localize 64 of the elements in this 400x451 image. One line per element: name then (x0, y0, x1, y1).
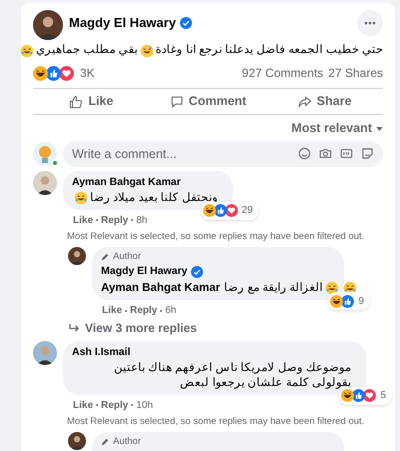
sort-dropdown[interactable]: Most relevant (291, 119, 383, 138)
comment-input[interactable]: Write a comment... (63, 141, 383, 167)
like-link[interactable]: Like (73, 212, 94, 228)
author-name[interactable]: Magdy El Hawary (69, 13, 176, 32)
thumbs-up-icon (46, 66, 61, 81)
laughing-face-icon (330, 294, 344, 308)
pen-icon (101, 438, 109, 446)
thumbs-up-icon (352, 389, 366, 402)
laughing-face-icon (202, 204, 216, 218)
avatar (33, 142, 57, 166)
commenter-name[interactable]: Ash I.Ismail (72, 345, 130, 361)
laughing-face-icon (33, 66, 48, 81)
reply-arrow-icon (69, 324, 80, 332)
laughing-tears-emoji-icon (74, 191, 88, 206)
author-label: Author (113, 250, 141, 264)
shares-count[interactable]: 27 Shares (328, 64, 383, 82)
post-text: حتي خطيب الجمعه فاضل يدعلنا نرجع انا وغادة (156, 43, 383, 58)
post-text: بقي مطلب جماهيري (36, 43, 138, 58)
pen-icon (101, 253, 109, 262)
laughing-face-icon (341, 389, 354, 402)
caret-icon (376, 126, 383, 131)
comment-button[interactable]: Comment (150, 92, 266, 112)
avatar (33, 10, 63, 40)
sweat-smile-emoji-icon (140, 44, 154, 58)
reaction-summary[interactable]: 9 (328, 292, 370, 310)
view-more-replies-link[interactable]: View 3 more replies (69, 319, 197, 337)
thumbs-up-icon (69, 94, 84, 109)
more-icon (364, 21, 376, 25)
reaction-count[interactable]: 3K (80, 64, 95, 82)
avatar (33, 341, 57, 365)
laughing-tears-emoji-icon (324, 281, 339, 295)
smiley-icon (298, 147, 311, 160)
reply-link[interactable]: Reply (101, 398, 128, 413)
avatar (68, 432, 86, 450)
share-arrow-icon (298, 94, 312, 109)
comment-time: 10h (136, 398, 153, 413)
comment-text: الغزالة رايقة مع رضا (224, 281, 323, 296)
sticker-icon (361, 147, 374, 160)
share-button[interactable]: Share (266, 92, 384, 112)
author-label: Author (113, 435, 141, 449)
reply-link[interactable]: Reply (101, 212, 128, 228)
comment-time: 6h (165, 304, 176, 318)
like-link[interactable]: Like (102, 303, 122, 318)
comments-count[interactable]: 927 Comments (242, 64, 324, 82)
like-button[interactable]: Like (33, 92, 150, 112)
filter-notice: Most Relevant is selected, so some replies may have been filtered out. (67, 230, 366, 244)
reaction-icons[interactable] (33, 66, 74, 81)
filter-notice: Most Relevant is selected, so some replies may have been filtered out. (67, 414, 366, 429)
camera-icon (319, 147, 332, 160)
mention-link[interactable]: Ayman Bahgat Kamar (101, 280, 220, 296)
thumbs-up-icon (341, 294, 354, 308)
thumbs-up-icon (214, 204, 227, 218)
reply-link[interactable]: Reply (130, 303, 158, 318)
avatar (33, 171, 57, 195)
avatar (68, 247, 86, 265)
laughing-tears-emoji-icon (20, 44, 34, 58)
commenter-name[interactable]: Ayman Bahgat Kamar (72, 175, 181, 191)
comment-time: 8h (136, 214, 148, 228)
gif-icon (340, 147, 353, 160)
speech-bubble-icon (170, 94, 184, 109)
reaction-summary[interactable]: 5 (339, 386, 392, 405)
reaction-summary[interactable]: 29 (200, 202, 259, 220)
commenter-name[interactable]: Magdy El Hawary (101, 264, 188, 280)
like-link[interactable]: Like (73, 398, 94, 413)
